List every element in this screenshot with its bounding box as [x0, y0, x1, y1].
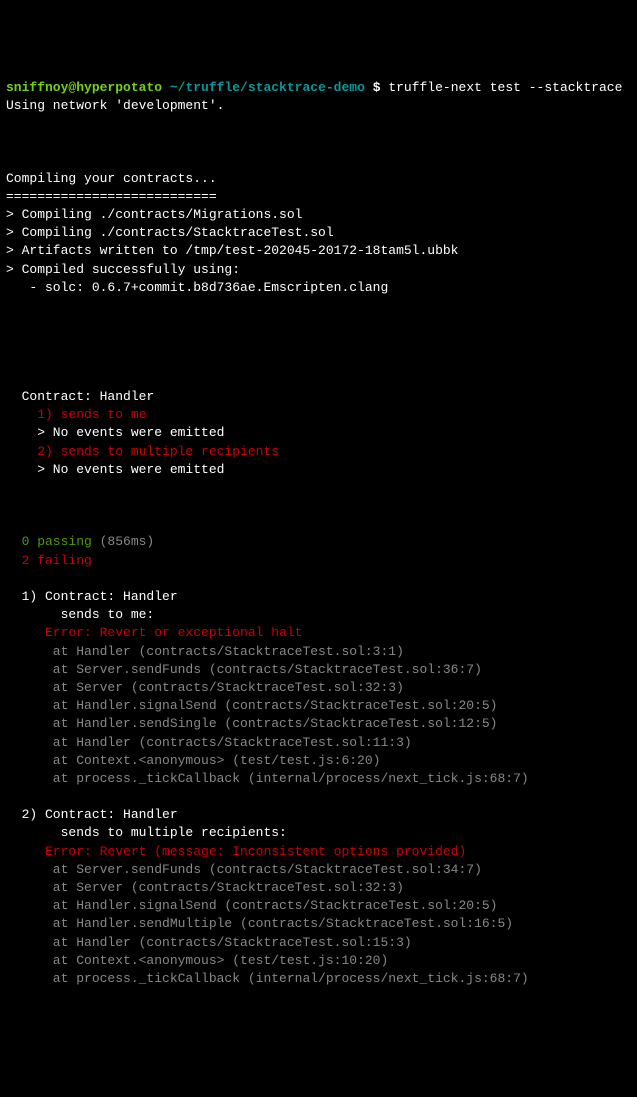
- prompt-symbol: $: [373, 80, 381, 95]
- stack-line: at Handler.signalSend (contracts/Stacktr…: [6, 897, 631, 915]
- blank: [6, 133, 631, 151]
- failing-line: 2 failing: [6, 552, 631, 570]
- error-message: Error: Revert (message: Inconsistent opt…: [6, 843, 631, 861]
- stack-line: at Server (contracts/StacktraceTest.sol:…: [6, 879, 631, 897]
- error-subheader: sends to me:: [6, 606, 631, 624]
- error-message: Error: Revert or exceptional halt: [6, 624, 631, 642]
- compile-line: - solc: 0.6.7+commit.b8d736ae.Emscripten…: [6, 279, 631, 297]
- network-line: Using network 'development'.: [6, 97, 631, 115]
- stack-line: at Server.sendFunds (contracts/Stacktrac…: [6, 661, 631, 679]
- passing-time: (856ms): [92, 534, 154, 549]
- stack-line: at process._tickCallback (internal/proce…: [6, 970, 631, 988]
- stack-line: at Context.<anonymous> (test/test.js:6:2…: [6, 752, 631, 770]
- terminal-output: sniffnoy@hyperpotato ~/truffle/stacktrac…: [6, 79, 631, 1007]
- error-subheader: sends to multiple recipients:: [6, 824, 631, 842]
- stack-line: at Server.sendFunds (contracts/Stacktrac…: [6, 861, 631, 879]
- compile-line: > Artifacts written to /tmp/test-202045-…: [6, 242, 631, 260]
- compile-line: > Compiling ./contracts/Migrations.sol: [6, 206, 631, 224]
- contract-header: Contract: Handler: [6, 388, 631, 406]
- blank: [6, 497, 631, 515]
- prompt-line: sniffnoy@hyperpotato ~/truffle/stacktrac…: [6, 79, 631, 97]
- stack-line: at Handler (contracts/StacktraceTest.sol…: [6, 934, 631, 952]
- compile-line: > Compiled successfully using:: [6, 261, 631, 279]
- path: ~/truffle/stacktrace-demo: [170, 80, 365, 95]
- stack-line: at Handler.sendMultiple (contracts/Stack…: [6, 915, 631, 933]
- stack-line: at Server (contracts/StacktraceTest.sol:…: [6, 679, 631, 697]
- stack-line: at Handler.signalSend (contracts/Stacktr…: [6, 697, 631, 715]
- stack-line: at Handler (contracts/StacktraceTest.sol…: [6, 643, 631, 661]
- stack-line: at Handler.sendSingle (contracts/Stacktr…: [6, 715, 631, 733]
- compile-line: > Compiling ./contracts/StacktraceTest.s…: [6, 224, 631, 242]
- passing-count: 0 passing: [6, 534, 92, 549]
- compile-separator: ===========================: [6, 188, 631, 206]
- no-events: > No events were emitted: [6, 424, 631, 442]
- user-host: sniffnoy@hyperpotato: [6, 80, 162, 95]
- passing-line: 0 passing (856ms): [6, 533, 631, 551]
- command: truffle-next test --stacktrace: [388, 80, 622, 95]
- blank: [6, 352, 631, 370]
- stack-line: at Handler (contracts/StacktraceTest.sol…: [6, 734, 631, 752]
- error-header: 1) Contract: Handler: [6, 588, 631, 606]
- stack-line: at process._tickCallback (internal/proce…: [6, 770, 631, 788]
- blank: [6, 315, 631, 333]
- test-fail: 1) sends to me: [6, 406, 631, 424]
- test-fail: 2) sends to multiple recipients: [6, 443, 631, 461]
- no-events: > No events were emitted: [6, 461, 631, 479]
- error-header: 2) Contract: Handler: [6, 806, 631, 824]
- stack-line: at Context.<anonymous> (test/test.js:10:…: [6, 952, 631, 970]
- compile-header: Compiling your contracts...: [6, 170, 631, 188]
